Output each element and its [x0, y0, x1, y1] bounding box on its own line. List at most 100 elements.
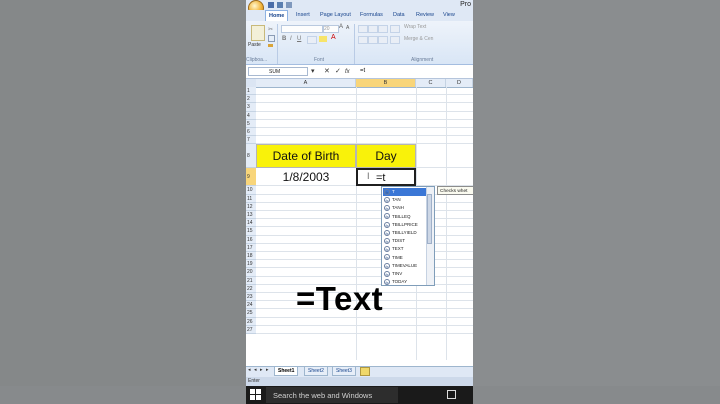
row-header[interactable]: 21: [246, 276, 256, 285]
row-header[interactable]: 6: [246, 128, 256, 137]
next-sheet-icon[interactable]: ▸: [260, 367, 263, 373]
row-header[interactable]: 7: [246, 136, 256, 145]
windows-start-icon[interactable]: [250, 389, 262, 401]
gridline: [256, 210, 473, 211]
function-icon: fx: [384, 279, 390, 285]
row-header[interactable]: 23: [246, 293, 256, 302]
autocomplete-item-label: TODAY: [392, 279, 408, 285]
autocomplete-item-label: TIMEVALUE: [392, 262, 418, 268]
function-icon: fx: [384, 229, 390, 236]
gridline: [256, 251, 473, 252]
autocomplete-item[interactable]: fx TINV: [383, 270, 426, 278]
gridline: [256, 218, 473, 220]
gridline: [256, 127, 473, 128]
function-icon: fx: [384, 238, 390, 244]
row-header[interactable]: 11: [246, 194, 256, 203]
row-header[interactable]: 5: [246, 119, 256, 128]
row-header[interactable]: 27: [246, 325, 256, 334]
autocomplete-item-label: T: [392, 189, 395, 194]
gridline: [256, 267, 473, 269]
insert-sheet-icon[interactable]: [360, 367, 370, 376]
autocomplete-item[interactable]: fx TIMEVALUE: [383, 262, 426, 270]
function-icon: fx: [384, 246, 390, 253]
autocomplete-item[interactable]: fx T: [383, 188, 426, 196]
function-icon: fx: [384, 197, 390, 203]
cell-a9[interactable]: 1/8/2003: [256, 168, 356, 186]
autocomplete-item[interactable]: fx TBILLEQ: [383, 213, 426, 221]
active-cell-b9[interactable]: I =t: [356, 168, 416, 186]
function-icon: fx: [384, 221, 390, 228]
autocomplete-item-label: TINV: [392, 271, 403, 276]
row-header[interactable]: 12: [246, 202, 256, 211]
cell-a8[interactable]: Date of Birth: [256, 144, 356, 168]
gridline: [256, 242, 473, 244]
prev-sheet-icon[interactable]: ◂: [254, 367, 257, 373]
autocomplete-item-label: TEXT: [392, 246, 404, 252]
right-letterbox: [473, 0, 720, 386]
gridline: [256, 135, 473, 137]
row-header[interactable]: 8: [246, 144, 256, 169]
overlay-caption: =Text: [296, 280, 384, 317]
excel-window: Pro Home Insert Page Layout Formulas Dat…: [246, 0, 473, 386]
gridline: [256, 201, 473, 203]
row-header[interactable]: 22: [246, 284, 256, 293]
autocomplete-scroll-thumb[interactable]: [427, 194, 432, 244]
function-icon: fx: [384, 188, 390, 195]
text-cursor-icon: I: [367, 171, 370, 181]
row-header[interactable]: 10: [246, 186, 256, 195]
row-header[interactable]: 26: [246, 317, 256, 326]
gridline: [256, 275, 473, 277]
gridline: [256, 118, 473, 120]
row-header[interactable]: 1: [246, 87, 256, 96]
cell-b8[interactable]: Day: [356, 144, 416, 168]
autocomplete-item[interactable]: fx TIME: [383, 254, 426, 262]
cell-b9-text: =t: [376, 172, 386, 184]
row-header[interactable]: 18: [246, 252, 256, 261]
gridline: [256, 324, 473, 326]
autocomplete-item-label: TBILLPRICE: [392, 221, 418, 227]
gridline: [256, 259, 473, 261]
task-view-icon[interactable]: [447, 390, 456, 399]
row-header[interactable]: 20: [246, 268, 256, 277]
gridline: [256, 110, 473, 112]
autocomplete-item-label: TDIST: [392, 238, 405, 244]
row-header[interactable]: 15: [246, 227, 256, 236]
taskbar-search-placeholder: Search the web and Windows: [273, 391, 373, 400]
row-header[interactable]: 17: [246, 243, 256, 252]
left-letterbox: [0, 0, 246, 386]
row-header[interactable]: 2: [246, 95, 256, 104]
autocomplete-item[interactable]: fx TEXT: [383, 245, 426, 253]
autocomplete-item[interactable]: fx TAN: [383, 196, 426, 204]
function-icon: fx: [384, 262, 390, 269]
row-header[interactable]: 19: [246, 260, 256, 269]
autocomplete-item[interactable]: fx TDIST: [383, 237, 426, 245]
status-bar: Enter: [246, 377, 473, 386]
autocomplete-item[interactable]: fx TBILLYIELD: [383, 229, 426, 237]
function-icon: fx: [384, 205, 390, 212]
row-header[interactable]: 24: [246, 301, 256, 310]
first-sheet-icon[interactable]: ◂: [248, 367, 251, 373]
gridline: [256, 333, 473, 334]
sheet-tab-sheet2[interactable]: Sheet2: [304, 367, 328, 376]
autocomplete-item[interactable]: fx TBILLPRICE: [383, 221, 426, 229]
autocomplete-item-label: TBILLYIELD: [392, 230, 417, 235]
row-header[interactable]: 14: [246, 219, 256, 228]
gridline: [256, 226, 473, 228]
row-header[interactable]: 16: [246, 235, 256, 244]
autocomplete-item[interactable]: fx TODAY: [383, 278, 426, 286]
autocomplete-item-label: TAN: [392, 197, 401, 203]
row-header[interactable]: 25: [246, 309, 256, 318]
function-icon: fx: [384, 270, 390, 277]
sheet-tab-sheet3[interactable]: Sheet3: [332, 367, 356, 376]
row-header[interactable]: 13: [246, 211, 256, 220]
autocomplete-item[interactable]: fx TANH: [383, 204, 426, 212]
sheet-tab-sheet1[interactable]: Sheet1: [274, 367, 299, 376]
row-header[interactable]: 3: [246, 103, 256, 112]
function-icon: fx: [384, 254, 390, 261]
last-sheet-icon[interactable]: ▸: [266, 367, 269, 373]
row-header[interactable]: 4: [246, 111, 256, 120]
function-icon: fx: [384, 213, 390, 220]
autocomplete-item-label: TANH: [392, 205, 404, 211]
gridline: [256, 234, 473, 236]
row-header[interactable]: 9: [246, 168, 256, 187]
